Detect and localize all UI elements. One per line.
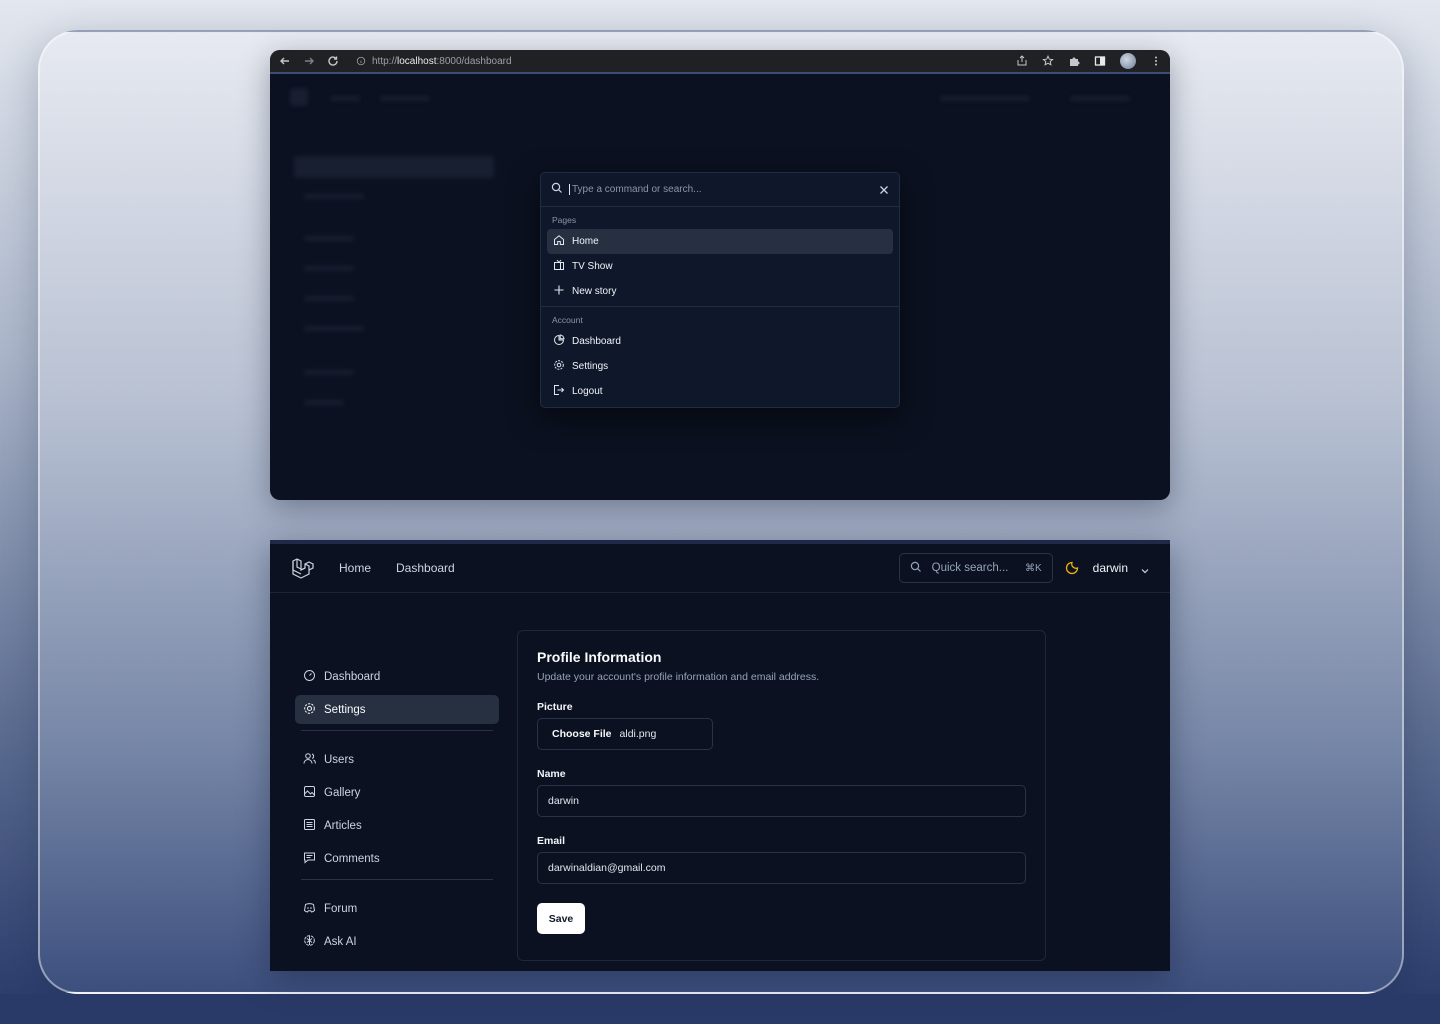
command-item-label: Settings: [572, 361, 609, 372]
gear-icon: [553, 359, 565, 374]
group-label-account: Account: [552, 315, 583, 325]
star-icon[interactable]: [1042, 55, 1054, 67]
quick-search-button[interactable]: Quick search... ⌘K: [898, 553, 1053, 583]
search-icon: [551, 182, 563, 197]
sidepanel-icon[interactable]: [1094, 55, 1106, 67]
name-value: darwin: [548, 795, 579, 807]
quick-search-label: Quick search...: [931, 562, 1009, 574]
article-icon: [303, 818, 316, 834]
profile-avatar[interactable]: [1120, 53, 1136, 69]
back-icon[interactable]: [278, 54, 292, 68]
command-item-tv-show[interactable]: TV Show: [547, 254, 893, 279]
shortcut-hint: ⌘K: [1024, 562, 1042, 574]
url-host: localhost: [397, 55, 437, 67]
sidebar-item-label: Dashboard: [324, 670, 381, 683]
name-field[interactable]: darwin: [537, 785, 1026, 817]
info-icon: [356, 56, 366, 66]
sidebar-item-label: Users: [324, 753, 355, 766]
sidebar-item-gallery[interactable]: Gallery: [295, 778, 499, 807]
choose-file-button[interactable]: Choose File: [552, 728, 612, 740]
tv-icon: [553, 259, 565, 274]
picture-file-input[interactable]: Choose File aldi.png: [537, 718, 713, 750]
chevron-down-icon[interactable]: [1140, 563, 1150, 574]
url-path: :8000/dashboard: [436, 55, 512, 67]
sidebar-item-label: Comments: [324, 852, 380, 865]
forward-icon[interactable]: [302, 54, 316, 68]
sidebar-divider: [301, 879, 493, 880]
close-icon[interactable]: [879, 185, 889, 195]
browser-toolbar: http://localhost:8000/dashboard: [270, 50, 1170, 74]
moon-theme-icon[interactable]: [1065, 561, 1079, 575]
home-icon: [553, 234, 565, 249]
command-item-label: Dashboard: [572, 336, 621, 347]
sidebar-item-settings[interactable]: Settings: [295, 695, 499, 724]
card-subtitle: Update your account's profile informatio…: [537, 671, 820, 683]
command-item-new-story[interactable]: New story: [547, 279, 893, 304]
sidebar-item-dashboard[interactable]: Dashboard: [295, 662, 499, 691]
pie-chart-icon: [553, 334, 565, 349]
group-label-pages: Pages: [552, 215, 577, 225]
sidebar-item-label: Ask AI: [324, 935, 357, 948]
sidebar-item-label: Articles: [324, 819, 362, 832]
sidebar-item-label: Settings: [324, 703, 366, 716]
logout-icon: [553, 384, 565, 399]
name-label: Name: [537, 768, 566, 780]
gear-icon: [303, 702, 316, 718]
command-item-label: New story: [572, 286, 617, 297]
save-button[interactable]: Save: [537, 903, 585, 934]
sidebar-item-label: Gallery: [324, 786, 361, 799]
url-scheme: http://: [372, 55, 398, 67]
command-input[interactable]: [569, 184, 873, 195]
plus-icon: [553, 284, 565, 299]
sidebar-item-ask-ai[interactable]: Ask AI: [295, 927, 499, 956]
dashboard-icon: [303, 669, 316, 685]
command-palette: Pages Home TV Show New story Account Das…: [540, 172, 900, 408]
sidebar-item-articles[interactable]: Articles: [295, 811, 499, 840]
reload-icon[interactable]: [326, 54, 340, 68]
app-window: Home Dashboard Quick search... ⌘K darwin…: [270, 540, 1170, 971]
sidebar-divider: [301, 730, 493, 731]
extensions-icon[interactable]: [1068, 55, 1080, 67]
sidebar-item-forum[interactable]: Forum: [295, 894, 499, 923]
command-item-logout[interactable]: Logout: [547, 379, 893, 404]
user-menu-name[interactable]: darwin: [1093, 561, 1128, 575]
command-item-label: Logout: [572, 386, 603, 397]
command-item-dashboard[interactable]: Dashboard: [547, 329, 893, 354]
comment-icon: [303, 851, 316, 867]
selected-file-name: aldi.png: [619, 728, 657, 740]
email-label: Email: [537, 835, 566, 847]
command-item-home[interactable]: Home: [547, 229, 893, 254]
email-field[interactable]: darwinaldian@gmail.com: [537, 852, 1026, 884]
picture-label: Picture: [537, 701, 573, 713]
browser-window: http://localhost:8000/dashboard Type a c…: [270, 50, 1170, 500]
command-item-label: TV Show: [572, 261, 613, 272]
address-bar[interactable]: http://localhost:8000/dashboard: [356, 56, 1006, 67]
sidebar: Dashboard Settings Users Gallery Article…: [295, 662, 499, 960]
discord-icon: [303, 901, 316, 917]
nav-dashboard-link[interactable]: Dashboard: [396, 561, 455, 575]
command-item-settings[interactable]: Settings: [547, 354, 893, 379]
command-item-label: Home: [572, 236, 599, 247]
laravel-logo-icon[interactable]: [290, 556, 314, 580]
bottom-strip: [0, 994, 1440, 1024]
sidebar-item-users[interactable]: Users: [295, 745, 499, 774]
search-icon: [910, 561, 922, 576]
command-search: [541, 173, 899, 207]
email-value: darwinaldian@gmail.com: [548, 862, 666, 874]
profile-information-card: Profile Information Update your account'…: [517, 630, 1046, 961]
openai-icon: [303, 934, 316, 950]
app-header: Home Dashboard Quick search... ⌘K darwin: [270, 544, 1170, 593]
nav-home-link[interactable]: Home: [339, 561, 371, 575]
sidebar-item-label: Forum: [324, 902, 358, 915]
card-title: Profile Information: [537, 649, 662, 665]
image-icon: [303, 785, 316, 801]
users-icon: [303, 752, 316, 768]
share-icon[interactable]: [1016, 55, 1028, 67]
kebab-menu-icon[interactable]: [1150, 55, 1162, 67]
sidebar-item-comments[interactable]: Comments: [295, 844, 499, 873]
